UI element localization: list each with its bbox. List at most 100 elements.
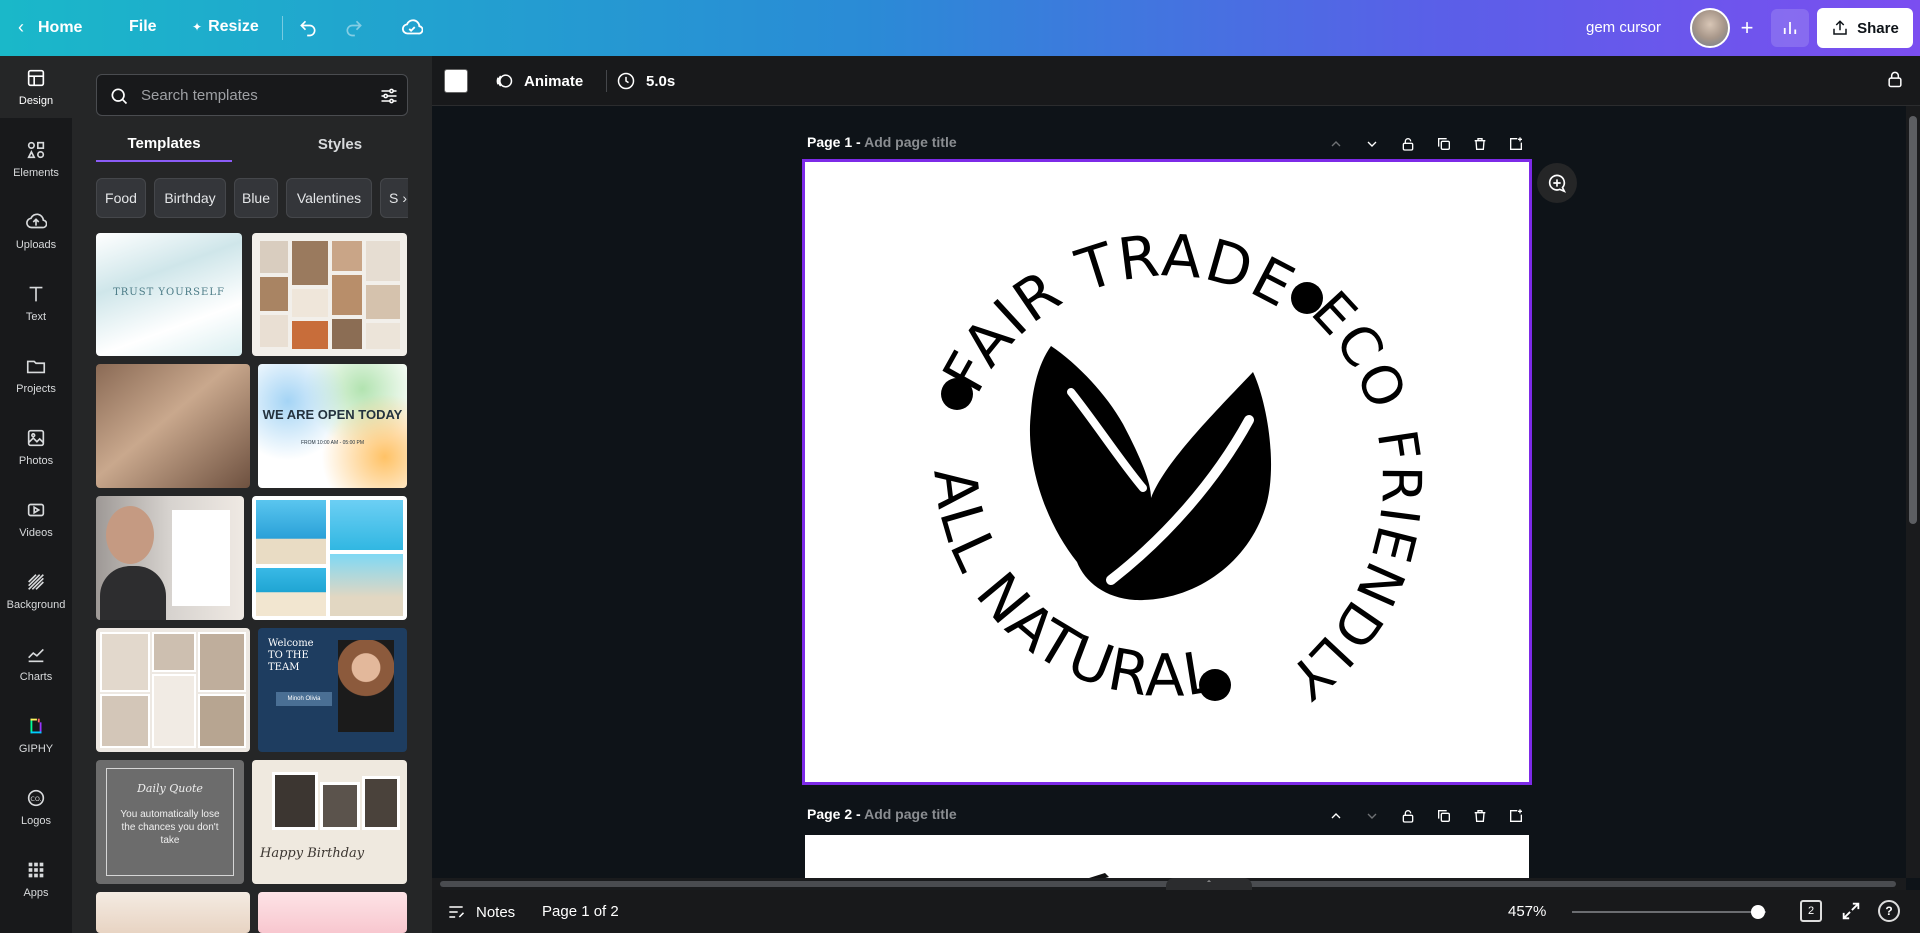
template-thumb[interactable]: Daily Quote You automatically lose the c… [96, 760, 244, 884]
rail-item-text[interactable]: Text [0, 272, 72, 334]
rail-item-giphy[interactable]: GIPHY [0, 704, 72, 766]
page-grid-button[interactable]: 2 [1800, 900, 1822, 922]
template-text: WE ARE OPEN TODAY [262, 407, 403, 422]
animate-button[interactable]: Animate [494, 71, 583, 91]
home-button[interactable]: ‹ Home [18, 17, 82, 38]
undo-button[interactable] [293, 13, 323, 43]
template-thumb[interactable]: Happy Birthday [252, 760, 407, 884]
add-collaborator-button[interactable]: + [1729, 10, 1765, 46]
templates-panel: Search templates Templates Styles Food B… [72, 56, 432, 933]
resize-label: Resize [208, 18, 259, 35]
rail-item-projects[interactable]: Projects [0, 344, 72, 406]
leaf-icon [1029, 346, 1272, 601]
zoom-level[interactable]: 457% [1508, 903, 1546, 920]
page-count[interactable]: Page 1 of 2 [542, 903, 619, 920]
notes-button[interactable]: Notes [446, 902, 515, 922]
rail-item-photos[interactable]: Photos [0, 416, 72, 478]
rail-item-background[interactable]: Background [0, 560, 72, 622]
move-page-up-button[interactable] [1318, 130, 1354, 158]
template-text: You automatically lose the chances you d… [120, 809, 220, 846]
move-page-down-button[interactable] [1354, 802, 1390, 830]
rail-item-elements[interactable]: Elements [0, 128, 72, 190]
user-name: gem cursor [1586, 19, 1662, 36]
lock-page-button[interactable] [1390, 130, 1426, 158]
category-chips: Food Birthday Blue Valentines S › [96, 178, 408, 218]
chevron-up-icon [1331, 813, 1341, 819]
chip-blue[interactable]: Blue [234, 178, 278, 218]
search-templates-input[interactable]: Search templates [96, 74, 408, 116]
delete-page-button[interactable] [1462, 130, 1498, 158]
delete-page-button[interactable] [1462, 802, 1498, 830]
duplicate-page-button[interactable] [1426, 130, 1462, 158]
zoom-slider[interactable] [1572, 905, 1766, 919]
template-thumb[interactable] [96, 892, 250, 933]
vertical-scrollbar[interactable] [1906, 106, 1920, 878]
rail-item-logos[interactable]: CO. Logos [0, 776, 72, 838]
template-thumb[interactable]: Welcome TO THE TEAM Minoh Olivia [258, 628, 407, 752]
svg-text:CO.: CO. [30, 795, 41, 803]
template-text: Happy Birthday [260, 846, 365, 861]
template-thumb[interactable] [96, 628, 250, 752]
template-thumb[interactable]: TRUST YOURSELF [96, 233, 242, 356]
add-page-button[interactable] [1498, 130, 1534, 158]
lock-page-button[interactable] [1390, 802, 1426, 830]
filter-icon[interactable] [379, 86, 399, 106]
rail-label: Design [18, 95, 54, 107]
shapes-icon [27, 141, 45, 159]
template-thumb[interactable] [96, 496, 244, 620]
resize-button[interactable]: ✦ Resize [192, 18, 259, 36]
chip-more[interactable]: S › [380, 178, 408, 218]
template-thumb[interactable] [252, 233, 407, 356]
chip-valentines[interactable]: Valentines [286, 178, 372, 218]
cloud-upload-icon [26, 213, 47, 229]
zoom-slider-handle[interactable] [1751, 905, 1766, 919]
lock-icon[interactable] [1885, 68, 1905, 90]
fullscreen-icon[interactable] [1840, 900, 1862, 922]
chip-food[interactable]: Food [96, 178, 146, 218]
share-button[interactable]: Share [1817, 8, 1913, 48]
rail-label: Background [6, 599, 66, 611]
move-page-down-button[interactable] [1354, 130, 1390, 158]
duplicate-page-button[interactable] [1426, 802, 1462, 830]
rail-item-apps[interactable]: Apps [0, 848, 72, 910]
tab-templates[interactable]: Templates [96, 126, 232, 162]
file-menu-button[interactable]: File [129, 18, 157, 36]
redo-button[interactable] [339, 13, 369, 43]
chevron-up-icon [1331, 141, 1341, 147]
rail-item-charts[interactable]: Charts [0, 632, 72, 694]
animate-label: Animate [524, 72, 584, 90]
save-status-button[interactable] [397, 13, 427, 43]
rail-label: Photos [18, 455, 54, 467]
insights-button[interactable] [1771, 9, 1809, 47]
rail-item-design[interactable]: Design [0, 56, 72, 118]
rail-label: GIPHY [18, 743, 54, 755]
template-thumb[interactable] [252, 496, 407, 620]
add-comment-button[interactable] [1537, 163, 1577, 203]
page-title-input[interactable]: Add page title [864, 806, 957, 822]
tab-styles[interactable]: Styles [272, 126, 408, 162]
rail-label: Projects [16, 383, 56, 395]
page-number: Page 2 - [807, 806, 861, 822]
rail-item-videos[interactable]: Videos [0, 488, 72, 550]
page-2-graphic [1089, 873, 1109, 878]
template-thumb[interactable] [258, 892, 407, 933]
add-page-button[interactable] [1498, 802, 1534, 830]
page-2-canvas[interactable] [805, 835, 1529, 878]
page-title-input[interactable]: Add page title [864, 134, 957, 150]
scrollbar-thumb[interactable] [1909, 116, 1917, 524]
duration-button[interactable]: 5.0s [616, 71, 675, 91]
avatar[interactable] [1690, 8, 1730, 48]
eco-badge-graphic[interactable]: FAIR TRADE ECO FRIENDLY ALL NATURAL [805, 162, 1529, 782]
badge-dot [1199, 669, 1231, 701]
template-thumb[interactable]: WE ARE OPEN TODAY FROM 10:00 AM - 05:00 … [258, 364, 407, 488]
move-page-up-button[interactable] [1318, 802, 1354, 830]
chip-birthday[interactable]: Birthday [154, 178, 226, 218]
help-button[interactable]: ? [1878, 900, 1900, 922]
page-1-tools [1318, 130, 1534, 158]
template-thumb[interactable] [96, 364, 250, 488]
template-text: FROM 10:00 AM - 05:00 PM [300, 440, 365, 446]
rail-item-uploads[interactable]: Uploads [0, 200, 72, 262]
cloud-check-icon [401, 19, 423, 35]
page-1-canvas[interactable]: FAIR TRADE ECO FRIENDLY ALL NATURAL [802, 159, 1532, 785]
background-color-swatch[interactable] [444, 69, 468, 93]
